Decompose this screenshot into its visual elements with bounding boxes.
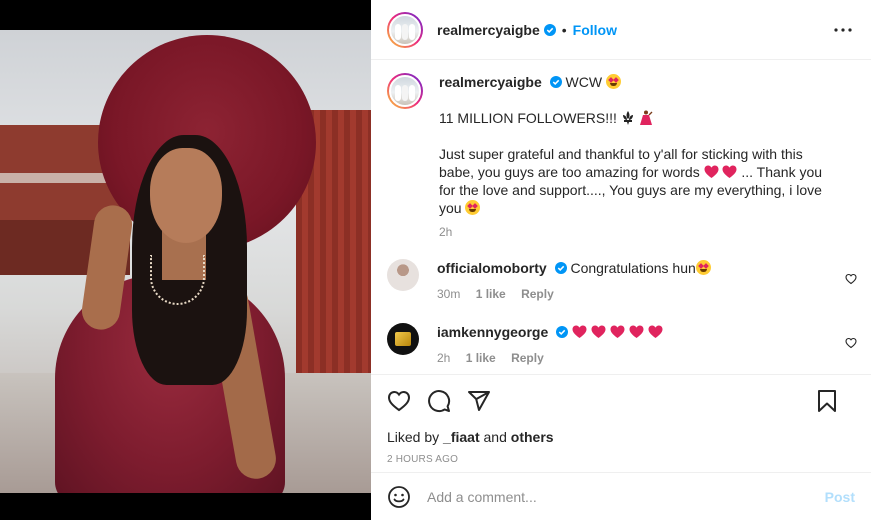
woman-face [150,148,222,243]
post-header: realmercyaigbe • Follow [371,0,871,60]
star-struck-emoji [605,74,621,89]
post-details-panel: realmercyaigbe • Follow realmercyaigbe W… [371,0,871,520]
caption-username[interactable]: realmercyaigbe [439,74,542,90]
instagram-post-modal: realmercyaigbe • Follow realmercyaigbe W… [0,0,871,520]
liked-by-others[interactable]: others [511,429,554,445]
fleur-de-lis-emoji [622,111,633,125]
red-heart-emoji [629,325,644,338]
verified-icon [556,326,569,338]
red-heart-emoji [572,325,587,338]
post-media [0,0,371,520]
comment-reply-button[interactable]: Reply [521,287,554,301]
comment-time: 30m [437,287,461,301]
star-struck-emoji [465,200,481,215]
red-heart-emoji [648,325,663,338]
comment-likes-link[interactable]: 1 like [476,287,506,301]
heart-icon[interactable] [845,273,857,285]
liked-by-and: and [483,429,507,445]
comment-item: officialomoborty Congratulations hun 30m… [371,241,871,303]
comments-list[interactable]: realmercyaigbe WCW 11 MILLION FOLLOWERS!… [371,61,871,373]
red-heart-emoji [610,325,625,338]
verified-icon [549,76,562,88]
follow-button[interactable]: Follow [573,22,617,38]
verified-icon [543,23,556,36]
author-username[interactable]: realmercyaigbe [437,22,540,38]
post-photo[interactable] [0,30,371,493]
share-icon[interactable] [467,389,491,413]
caption-headline: WCW [565,74,603,90]
comment-input[interactable] [427,488,807,505]
add-comment-bar: Post [371,472,871,520]
post-caption: realmercyaigbe WCW 11 MILLION FOLLOWERS!… [371,61,871,241]
commenter-avatar[interactable] [387,259,419,291]
liked-by-prefix: Liked by [387,429,440,445]
red-heart-emoji [704,165,719,178]
bookmark-icon[interactable] [815,389,839,413]
heart-icon[interactable] [387,389,411,413]
comment-item: iamkennygeorge 2h 1 like Reply [371,303,871,367]
red-heart-emoji [722,165,737,178]
post-button[interactable]: Post [825,489,855,505]
caption-time: 2h [439,225,453,239]
comment-icon[interactable] [427,389,451,413]
likes-summary: Liked by _fiaat and others [371,429,871,445]
caption-author-avatar[interactable] [387,73,423,109]
commenter-username[interactable]: officialomoborty [437,260,547,276]
post-actions: Liked by _fiaat and others 2 HOURS AGO P… [371,374,871,520]
action-icons [371,375,871,427]
post-timestamp: 2 HOURS AGO [387,454,459,465]
commenter-username[interactable]: iamkennygeorge [437,324,548,340]
liked-by-user[interactable]: _fiaat [443,429,480,445]
commenter-avatar[interactable] [387,323,419,355]
verified-icon [554,262,567,274]
red-heart-emoji [591,325,606,338]
comment-time: 2h [437,351,451,365]
comment-text: Congratulations hun [570,260,696,276]
comment-reply-button[interactable]: Reply [511,351,544,365]
emoji-icon[interactable] [387,485,411,509]
separator-dot: • [561,21,567,38]
more-icon[interactable] [833,22,853,38]
comment-likes-link[interactable]: 1 like [466,351,496,365]
heart-icon[interactable] [845,337,857,349]
dancer-emoji [639,110,653,125]
author-avatar[interactable] [387,11,423,48]
star-struck-emoji [695,260,711,275]
caption-line-1: 11 MILLION FOLLOWERS!!! [439,110,617,126]
